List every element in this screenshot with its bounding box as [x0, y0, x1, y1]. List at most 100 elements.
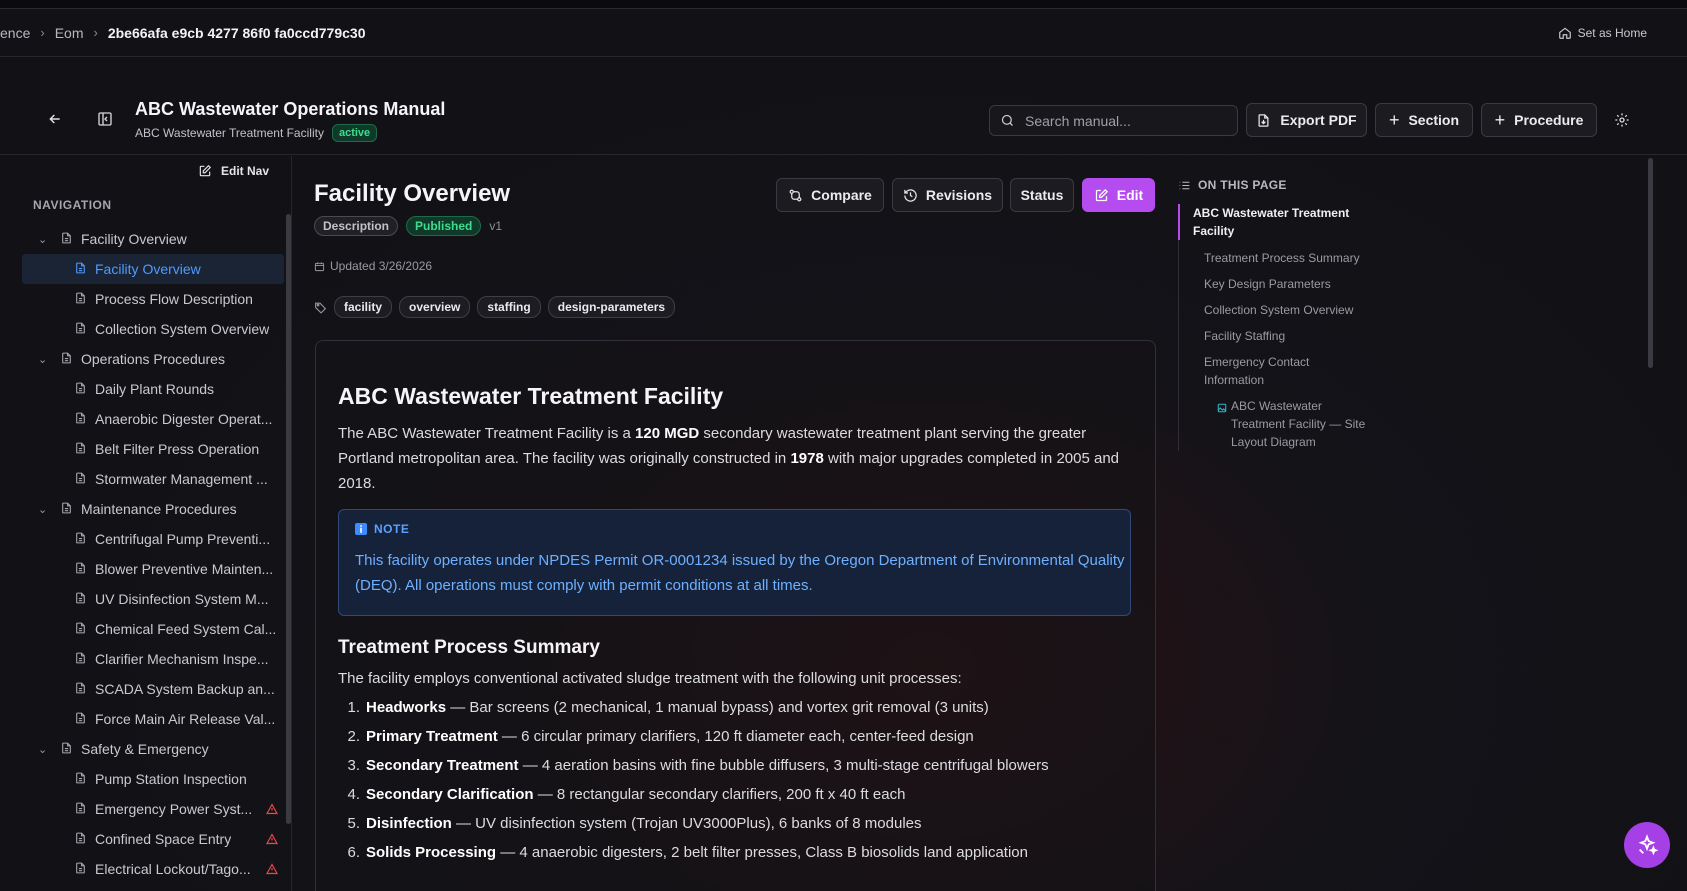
nav-item-label: Electrical Lockout/Tago...: [95, 861, 251, 877]
nav-item[interactable]: Collection System Overview: [22, 314, 284, 344]
manual-title: ABC Wastewater Operations Manual: [135, 99, 446, 119]
toc-link[interactable]: ABC Wastewater Treatment Facility — Site…: [1179, 397, 1378, 451]
back-button[interactable]: [40, 104, 70, 134]
toc-link[interactable]: Treatment Process Summary: [1179, 249, 1378, 267]
set-as-home-button[interactable]: Set as Home: [1558, 9, 1647, 57]
document-icon: [74, 561, 87, 578]
document-icon: [60, 231, 73, 248]
edit-label: Edit: [1116, 187, 1144, 203]
nav-item[interactable]: Anaerobic Digester Operat...: [22, 404, 284, 434]
nav-group[interactable]: ⌄ Facility Overview: [22, 224, 284, 254]
nav-item[interactable]: SCADA System Backup an...: [22, 674, 284, 704]
edit-nav-label: Edit Nav: [220, 164, 269, 178]
list-number: 1.: [347, 699, 360, 716]
list-term: Primary Treatment: [366, 728, 498, 745]
nav-item[interactable]: UV Disinfection System M...: [22, 584, 284, 614]
add-procedure-button[interactable]: + Procedure: [1481, 103, 1597, 137]
nav-item[interactable]: Pump Station Inspection: [22, 764, 284, 794]
toc-link[interactable]: Key Design Parameters: [1179, 275, 1378, 293]
edit-button[interactable]: Edit: [1082, 178, 1155, 212]
nav-item[interactable]: Daily Plant Rounds: [22, 374, 284, 404]
compare-button[interactable]: Compare: [776, 178, 884, 212]
breadcrumb-item[interactable]: ence: [0, 25, 30, 41]
toc-link[interactable]: Emergency Contact Information: [1179, 353, 1378, 389]
revisions-button[interactable]: Revisions: [892, 178, 1003, 212]
nav-item[interactable]: Facility Overview: [22, 254, 284, 284]
nav-item-label: Confined Space Entry: [95, 831, 232, 847]
document-icon: [74, 321, 87, 338]
toc-sub-label: ABC Wastewater Treatment Facility — Site…: [1231, 399, 1366, 449]
settings-button[interactable]: [1607, 105, 1637, 135]
nav-item[interactable]: Clarifier Mechanism Inspe...: [22, 644, 284, 674]
content-scrollbar[interactable]: [1648, 158, 1653, 368]
document-icon: [74, 261, 87, 278]
list-number: 5.: [347, 815, 360, 832]
list-desc: — 6 circular primary clarifiers, 120 ft …: [497, 728, 974, 745]
export-pdf-button[interactable]: Export PDF: [1246, 103, 1367, 137]
nav-item[interactable]: Chemical Feed System Cal...: [22, 614, 284, 644]
toc-link[interactable]: ABC Wastewater Treatment Facility: [1178, 204, 1378, 240]
arrow-left-icon: [49, 114, 60, 124]
document-icon: [74, 381, 87, 398]
tag[interactable]: design-parameters: [547, 296, 676, 318]
nav-group[interactable]: ⌄ Maintenance Procedures: [22, 494, 284, 524]
list-desc: — UV disinfection system (Trojan UV3000P…: [451, 815, 922, 832]
warning-icon: [265, 832, 279, 848]
document-header: ABC Wastewater Operations Manual ABC Was…: [0, 57, 1687, 155]
nav-item[interactable]: Stormwater Management ...: [22, 464, 284, 494]
chevron-down-icon[interactable]: ⌄: [38, 233, 52, 246]
search-input[interactable]: [1025, 112, 1215, 129]
updated-date: Updated 3/26/2026: [314, 259, 432, 273]
nav-group[interactable]: ⌄ Safety & Emergency: [22, 734, 284, 764]
chevron-down-icon[interactable]: ⌄: [38, 743, 52, 756]
nav-item-label: Clarifier Mechanism Inspe...: [95, 651, 269, 667]
toc-link[interactable]: Collection System Overview: [1179, 301, 1378, 319]
toc-heading-label: ON THIS PAGE: [1198, 178, 1287, 192]
add-procedure-label: Procedure: [1514, 112, 1584, 128]
tag[interactable]: overview: [399, 296, 471, 318]
nav-item-label: Collection System Overview: [95, 321, 270, 337]
navigation-tree: ⌄ Facility Overview Facility Overview Proce…: [22, 224, 284, 884]
list-term: Solids Processing: [366, 844, 497, 861]
chevron-down-icon[interactable]: ⌄: [38, 353, 52, 366]
nav-item[interactable]: Process Flow Description: [22, 284, 284, 314]
list-item-text: Disinfection — UV disinfection system (T…: [366, 815, 922, 844]
nav-item[interactable]: Centrifugal Pump Preventi...: [22, 524, 284, 554]
toggle-sidebar-button[interactable]: [90, 104, 120, 134]
add-section-button[interactable]: + Section: [1375, 103, 1473, 137]
document-icon: [60, 741, 73, 758]
note-label: NOTE: [374, 522, 410, 536]
breadcrumb-item[interactable]: Eom: [55, 25, 84, 41]
list-item-text: Secondary Treatment — 4 aeration basins …: [366, 757, 1049, 786]
chevron-down-icon[interactable]: ⌄: [38, 503, 52, 516]
list-term: Headworks: [366, 699, 447, 716]
nav-item[interactable]: Confined Space Entry: [22, 824, 284, 854]
tag[interactable]: facility: [334, 296, 393, 318]
nav-group[interactable]: ⌄ Operations Procedures: [22, 344, 284, 374]
status-button[interactable]: Status: [1010, 178, 1074, 212]
nav-item[interactable]: Electrical Lockout/Tago...: [22, 854, 284, 884]
nav-item[interactable]: Blower Preventive Mainten...: [22, 554, 284, 584]
process-intro: The facility employs conventional activa…: [338, 670, 962, 687]
nav-item-label: Pump Station Inspection: [95, 771, 247, 787]
toc-link[interactable]: Facility Staffing: [1179, 327, 1378, 345]
tag[interactable]: staffing: [477, 296, 541, 318]
nav-item[interactable]: Force Main Air Release Val...: [22, 704, 284, 734]
list-number: 3.: [347, 757, 360, 774]
content-heading: ABC Wastewater Treatment Facility: [338, 383, 724, 409]
type-pill: Description: [314, 216, 399, 236]
list-item-text: Primary Treatment — 6 circular primary c…: [366, 728, 974, 757]
sidebar-scrollbar[interactable]: [286, 214, 291, 824]
document-icon: [74, 591, 87, 608]
toc-heading: ON THIS PAGE: [1178, 178, 1378, 192]
nav-item[interactable]: Emergency Power Syst...: [22, 794, 284, 824]
nav-item-label: Anaerobic Digester Operat...: [95, 411, 273, 427]
window-top-strip: [0, 0, 1687, 9]
plus-icon: +: [1494, 109, 1506, 130]
edit-nav-button[interactable]: Edit Nav: [198, 164, 269, 178]
nav-item-label: Facility Overview: [95, 261, 201, 277]
ai-assistant-button[interactable]: [1624, 822, 1670, 868]
nav-item[interactable]: Belt Filter Press Operation: [22, 434, 284, 464]
bold-run: 1978: [790, 450, 824, 467]
list-item: 3. Secondary Treatment — 4 aeration basin…: [338, 757, 1138, 786]
